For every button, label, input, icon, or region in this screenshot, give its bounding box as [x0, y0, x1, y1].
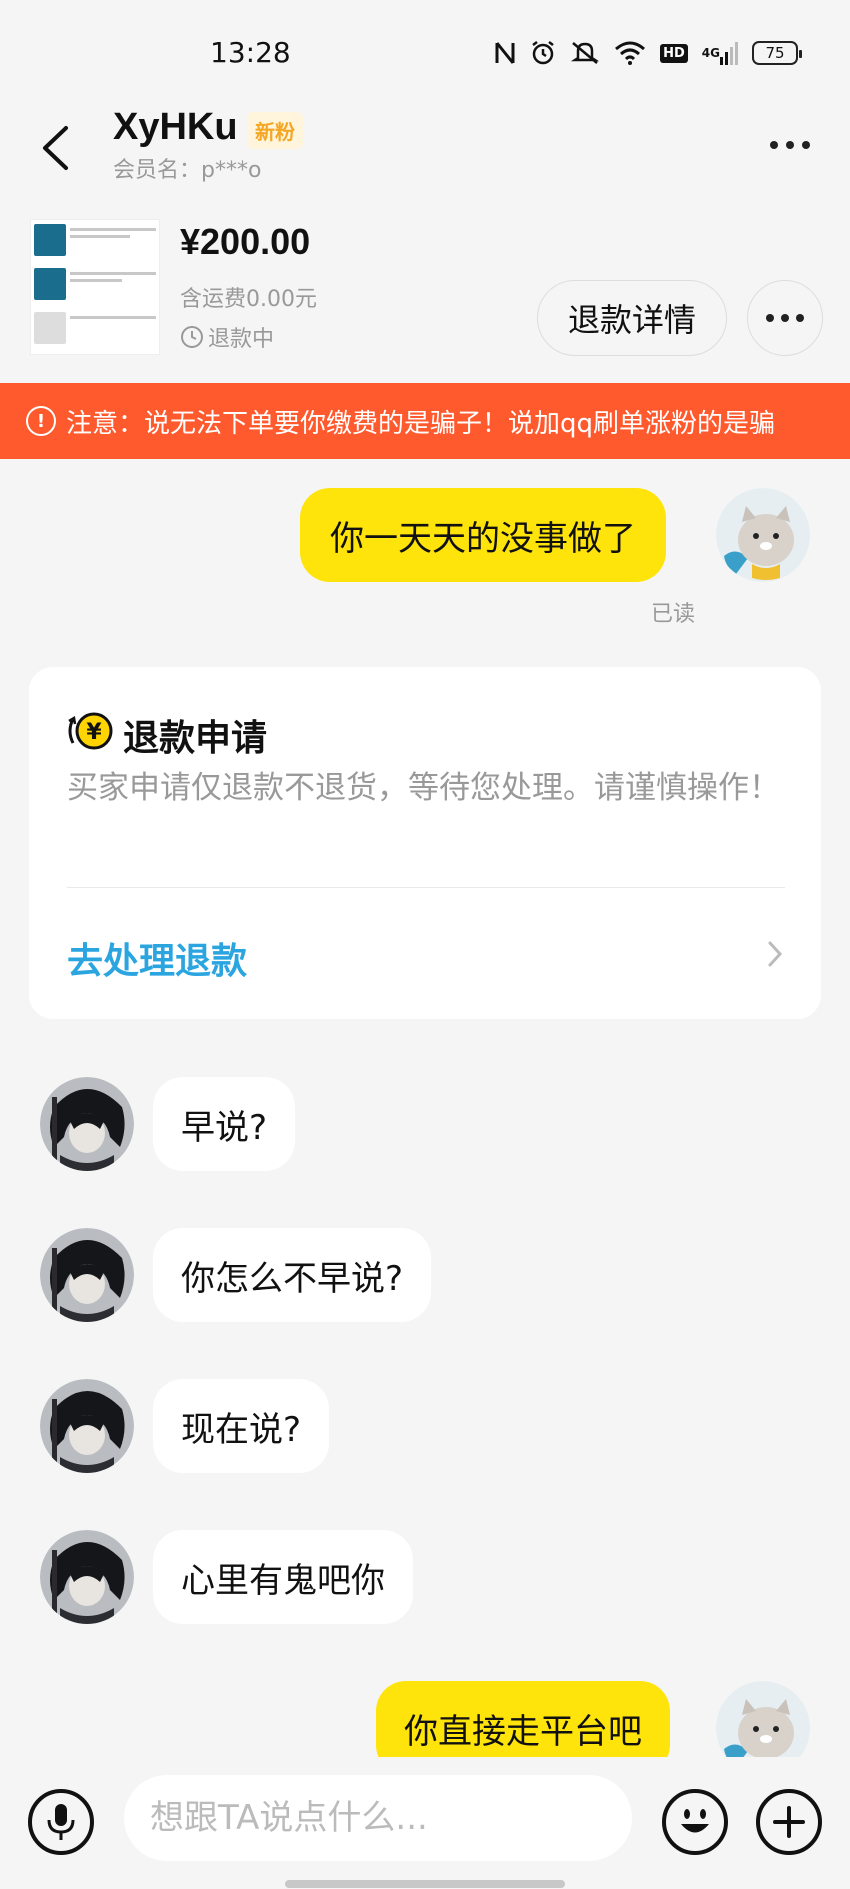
more-dot-icon — [781, 314, 789, 322]
battery-icon: 75 — [752, 41, 802, 65]
plus-icon — [773, 1806, 805, 1838]
message-bubble-sent[interactable]: 你一天天的没事做了 — [300, 488, 666, 582]
contact-avatar[interactable] — [40, 1228, 134, 1322]
more-dot-icon — [786, 141, 794, 149]
voice-button[interactable] — [28, 1789, 94, 1855]
my-avatar[interactable] — [716, 488, 810, 582]
refund-status: 退款中 — [180, 321, 274, 353]
alert-icon: ! — [26, 406, 56, 436]
order-card[interactable]: ¥200.00 含运费0.00元 退款中 退款详情 — [0, 213, 850, 363]
message-input[interactable] — [124, 1775, 632, 1861]
contact-avatar-image — [40, 1228, 134, 1322]
refund-status-text: 退款中 — [208, 327, 275, 352]
read-receipt: 已读 — [651, 602, 696, 627]
more-dot-icon — [796, 314, 804, 322]
nfc-icon — [494, 41, 516, 65]
product-thumbnail[interactable] — [30, 219, 160, 355]
refund-request-card[interactable]: ¥ 退款申请 买家申请仅退款不退货，等待您处理。请谨慎操作！ 去处理退款 — [29, 667, 821, 1019]
status-icons: HD 4G 75 — [494, 40, 802, 66]
refund-card-title: 退款申请 — [123, 718, 268, 759]
svg-text:¥: ¥ — [86, 720, 102, 745]
microphone-icon — [47, 1804, 75, 1840]
contact-avatar[interactable] — [40, 1077, 134, 1171]
signal-icon: 4G — [702, 41, 738, 65]
contact-name[interactable]: XyHKu — [113, 106, 238, 149]
message-bubble-received[interactable]: 你怎么不早说? — [153, 1228, 432, 1322]
order-shipping: 含运费0.00元 — [180, 287, 317, 312]
refund-detail-button[interactable]: 退款详情 — [537, 280, 727, 356]
contact-avatar-image — [40, 1379, 134, 1473]
chevron-left-icon — [43, 126, 68, 170]
divider — [67, 887, 785, 888]
clock-icon — [181, 326, 203, 348]
more-options-button[interactable] — [760, 120, 820, 170]
hd-icon: HD — [660, 43, 688, 63]
message-bubble-received[interactable]: 早说? — [153, 1077, 296, 1171]
message-bubble-received[interactable]: 现在说? — [153, 1379, 330, 1473]
refund-yuan-icon: ¥ — [68, 712, 113, 750]
cat-avatar-icon — [716, 488, 810, 582]
warning-banner: ! 注意：说无法下单要你缴费的是骗子！说加qq刷单涨粉的是骗 — [0, 383, 850, 459]
add-attachment-button[interactable] — [756, 1789, 822, 1855]
mute-icon — [570, 40, 600, 66]
contact-avatar-image — [40, 1077, 134, 1171]
contact-avatar[interactable] — [40, 1379, 134, 1473]
chevron-right-icon — [768, 941, 783, 967]
more-dot-icon — [770, 141, 778, 149]
more-dot-icon — [766, 314, 774, 322]
back-button[interactable] — [30, 118, 80, 178]
chat-header: XyHKu 新粉 会员名：p***o — [0, 100, 850, 200]
process-refund-link[interactable]: 去处理退款 — [67, 932, 247, 984]
more-dot-icon — [802, 141, 810, 149]
status-time: 13:28 — [210, 36, 291, 69]
contact-avatar-image — [40, 1530, 134, 1624]
order-price: ¥200.00 — [180, 221, 311, 262]
wifi-icon — [614, 41, 646, 65]
new-fan-badge: 新粉 — [247, 112, 303, 149]
order-more-button[interactable] — [747, 280, 823, 356]
message-bubble-received[interactable]: 心里有鬼吧你 — [153, 1530, 413, 1624]
emoji-button[interactable] — [662, 1789, 728, 1855]
input-bar — [0, 1757, 850, 1889]
contact-avatar[interactable] — [40, 1530, 134, 1624]
status-bar: 13:28 HD 4G 75 — [0, 0, 850, 110]
emoji-icon — [681, 1809, 709, 1833]
home-indicator[interactable] — [285, 1880, 565, 1888]
member-name: 会员名：p***o — [113, 158, 262, 183]
warning-text: 注意：说无法下单要你缴费的是骗子！说加qq刷单涨粉的是骗 — [66, 408, 776, 439]
alarm-icon — [530, 40, 556, 66]
refund-card-description: 买家申请仅退款不退货，等待您处理。请谨慎操作！ — [67, 770, 780, 806]
